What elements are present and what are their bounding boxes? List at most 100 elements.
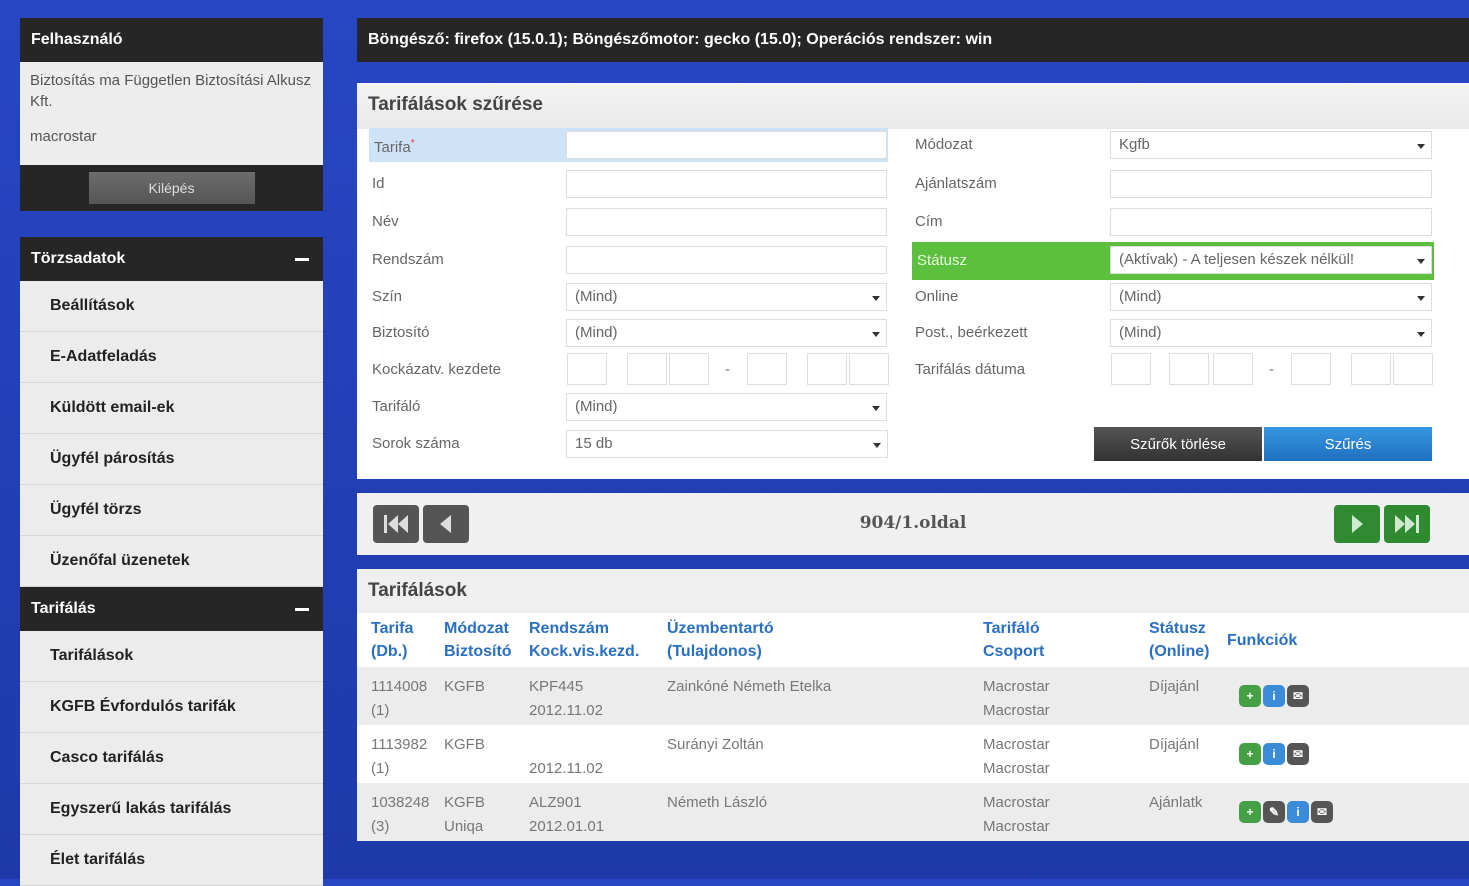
tarifalas-from-month[interactable] bbox=[1169, 353, 1209, 385]
mail-icon[interactable]: ✉ bbox=[1287, 685, 1309, 707]
next-page-button[interactable] bbox=[1334, 505, 1380, 543]
sidebar-item-uzenofal[interactable]: Üzenőfal üzenetek bbox=[20, 536, 323, 587]
sidebar-item-e-adatfeladas[interactable]: E-Adatfeladás bbox=[20, 332, 323, 383]
col-rendszam[interactable]: Rendszám Kock.vis.kezd. bbox=[527, 613, 665, 667]
col-tarifa[interactable]: Tarifa (Db.) bbox=[357, 613, 442, 667]
cell-statusz: Ajánlatk bbox=[1147, 783, 1225, 841]
info-icon[interactable]: i bbox=[1263, 743, 1285, 765]
sidebar-item-ugyfel-torzs[interactable]: Ügyfél törzs bbox=[20, 485, 323, 536]
tarifalas-to-year[interactable] bbox=[1291, 353, 1331, 385]
statusz-select[interactable]: (Aktívak) - A teljesen készek nélkül! bbox=[1110, 246, 1432, 274]
sidebar-item-kuldott-emailek[interactable]: Küldött email-ek bbox=[20, 383, 323, 434]
table-row[interactable]: 1113982 (1) KGFB 2012.11.02 Surányi Zoltá… bbox=[357, 725, 1469, 783]
label-tarifa: Tarifa* bbox=[374, 138, 415, 156]
sidebar-item-kgfb-evfordulos[interactable]: KGFB Évfordulós tarifák bbox=[20, 682, 323, 733]
clear-filters-button[interactable]: Szűrők törlése bbox=[1094, 427, 1262, 461]
col-statusz[interactable]: Státusz (Online) bbox=[1147, 613, 1225, 667]
results-panel: Tarifálások Tarifa (Db.) Módozat Biztosító… bbox=[357, 569, 1469, 841]
filter-form: Tarifa* Id Név Rendszám Szín (Mind) Bizt… bbox=[357, 128, 1469, 479]
label-online: Online bbox=[915, 288, 959, 305]
chevron-down-icon bbox=[1417, 144, 1425, 149]
cell-modozat: KGFB bbox=[442, 667, 527, 725]
kockazat-to-year[interactable] bbox=[747, 353, 787, 385]
cell-uzembentarto: Surányi Zoltán bbox=[665, 725, 981, 783]
filter-button[interactable]: Szűrés bbox=[1264, 427, 1432, 461]
tarifalas-to-month[interactable] bbox=[1351, 353, 1391, 385]
filter-title: Tarifálások szűrése bbox=[357, 83, 1469, 129]
cim-input[interactable] bbox=[1110, 208, 1432, 236]
add-icon[interactable]: + bbox=[1239, 743, 1261, 765]
cell-uzembentarto: Németh László bbox=[665, 783, 981, 841]
cell-rendszam: ALZ901 2012.01.01 bbox=[527, 783, 665, 841]
section-title: Tarifálás bbox=[31, 600, 96, 617]
nev-input[interactable] bbox=[566, 208, 887, 236]
tarifalas-from-year[interactable] bbox=[1111, 353, 1151, 385]
chevron-down-icon bbox=[1417, 332, 1425, 337]
sidebar-item-elet[interactable]: Élet tarifálás bbox=[20, 835, 323, 886]
sidebar-item-ugyfel-parositas[interactable]: Ügyfél párosítás bbox=[20, 434, 323, 485]
sorok-select[interactable]: 15 db bbox=[566, 430, 888, 458]
label-cim: Cím bbox=[915, 213, 943, 230]
logout-button[interactable]: Kilépés bbox=[88, 172, 255, 204]
col-uzembentarto[interactable]: Üzembentartó (Tulajdonos) bbox=[665, 613, 981, 667]
online-select[interactable]: (Mind) bbox=[1110, 283, 1432, 311]
id-input[interactable] bbox=[566, 170, 887, 198]
info-icon[interactable]: i bbox=[1287, 801, 1309, 823]
cell-statusz: Díjajánl bbox=[1147, 725, 1225, 783]
edit-icon[interactable]: ✎ bbox=[1263, 801, 1285, 823]
tarifalo-select[interactable]: (Mind) bbox=[566, 393, 887, 421]
label-nev: Név bbox=[372, 213, 399, 230]
tarifalas-to-day[interactable] bbox=[1393, 353, 1433, 385]
collapse-icon[interactable] bbox=[295, 258, 309, 261]
cell-tarifalo: Macrostar Macrostar bbox=[981, 783, 1147, 841]
col-tarifalo[interactable]: Tarifáló Csoport bbox=[981, 613, 1147, 667]
section-header-torzsadatok[interactable]: Törzsadatok bbox=[20, 237, 323, 281]
mail-icon[interactable]: ✉ bbox=[1311, 801, 1333, 823]
tarifa-input[interactable] bbox=[566, 131, 887, 159]
label-modozat: Módozat bbox=[915, 136, 973, 153]
add-icon[interactable]: + bbox=[1239, 685, 1261, 707]
col-modozat[interactable]: Módozat Biztosító bbox=[442, 613, 527, 667]
user-info: Biztosítás ma Független Biztosítási Alku… bbox=[20, 62, 323, 165]
kockazat-from-year[interactable] bbox=[567, 353, 607, 385]
sidebar-item-beallitasok[interactable]: Beállítások bbox=[20, 281, 323, 332]
cell-statusz: Díjajánl bbox=[1147, 667, 1225, 725]
filter-panel: Tarifálások szűrése Tarifa* Id Név Rends… bbox=[357, 83, 1469, 479]
user-panel-title: Felhasználó bbox=[31, 31, 123, 48]
next-page-icon bbox=[1352, 515, 1363, 533]
sidebar-item-casco[interactable]: Casco tarifálás bbox=[20, 733, 323, 784]
results-table: Tarifa (Db.) Módozat Biztosító Rendszám Koc… bbox=[357, 613, 1469, 841]
cell-rendszam: KPF445 2012.11.02 bbox=[527, 667, 665, 725]
mail-icon[interactable]: ✉ bbox=[1287, 743, 1309, 765]
last-page-button[interactable] bbox=[1384, 505, 1430, 543]
cell-tarifa: 1114008 (1) bbox=[357, 667, 442, 725]
biztosito-select[interactable]: (Mind) bbox=[566, 319, 887, 347]
kockazat-to-day[interactable] bbox=[849, 353, 889, 385]
table-row[interactable]: 1114008 (1) KGFB KPF445 2012.11.02 Zainkón… bbox=[357, 667, 1469, 725]
table-row[interactable]: 1038248 (3) KGFB Uniqa ALZ901 2012.01.01 Né… bbox=[357, 783, 1469, 841]
label-post: Post., beérkezett bbox=[915, 324, 1028, 341]
kockazat-to-month[interactable] bbox=[807, 353, 847, 385]
cell-funkciok: + ✎ i ✉ bbox=[1225, 783, 1469, 841]
company-name: Biztosítás ma Független Biztosítási Alku… bbox=[30, 72, 311, 110]
kockazat-from-day[interactable] bbox=[669, 353, 709, 385]
sidebar-item-tarifalasok[interactable]: Tarifálások bbox=[20, 631, 323, 682]
date-separator: - bbox=[725, 361, 730, 378]
cell-funkciok: + i ✉ bbox=[1225, 725, 1469, 783]
cell-tarifalo: Macrostar Macrostar bbox=[981, 667, 1147, 725]
ajanlatszam-input[interactable] bbox=[1110, 170, 1432, 198]
tarifalas-from-day[interactable] bbox=[1213, 353, 1253, 385]
modozat-select[interactable]: Kgfb bbox=[1110, 131, 1432, 159]
sidebar-item-lakas[interactable]: Egyszerű lakás tarifálás bbox=[20, 784, 323, 835]
info-icon[interactable]: i bbox=[1263, 685, 1285, 707]
label-id: Id bbox=[372, 175, 385, 192]
szin-select[interactable]: (Mind) bbox=[566, 283, 887, 311]
collapse-icon[interactable] bbox=[295, 608, 309, 611]
kockazat-from-month[interactable] bbox=[627, 353, 667, 385]
post-select[interactable]: (Mind) bbox=[1110, 319, 1432, 347]
add-icon[interactable]: + bbox=[1239, 801, 1261, 823]
rendszam-input[interactable] bbox=[566, 246, 887, 274]
cell-tarifalo: Macrostar Macrostar bbox=[981, 725, 1147, 783]
sidebar: Felhasználó Biztosítás ma Független Bizt… bbox=[20, 18, 323, 886]
section-header-tarifalas[interactable]: Tarifálás bbox=[20, 587, 323, 631]
